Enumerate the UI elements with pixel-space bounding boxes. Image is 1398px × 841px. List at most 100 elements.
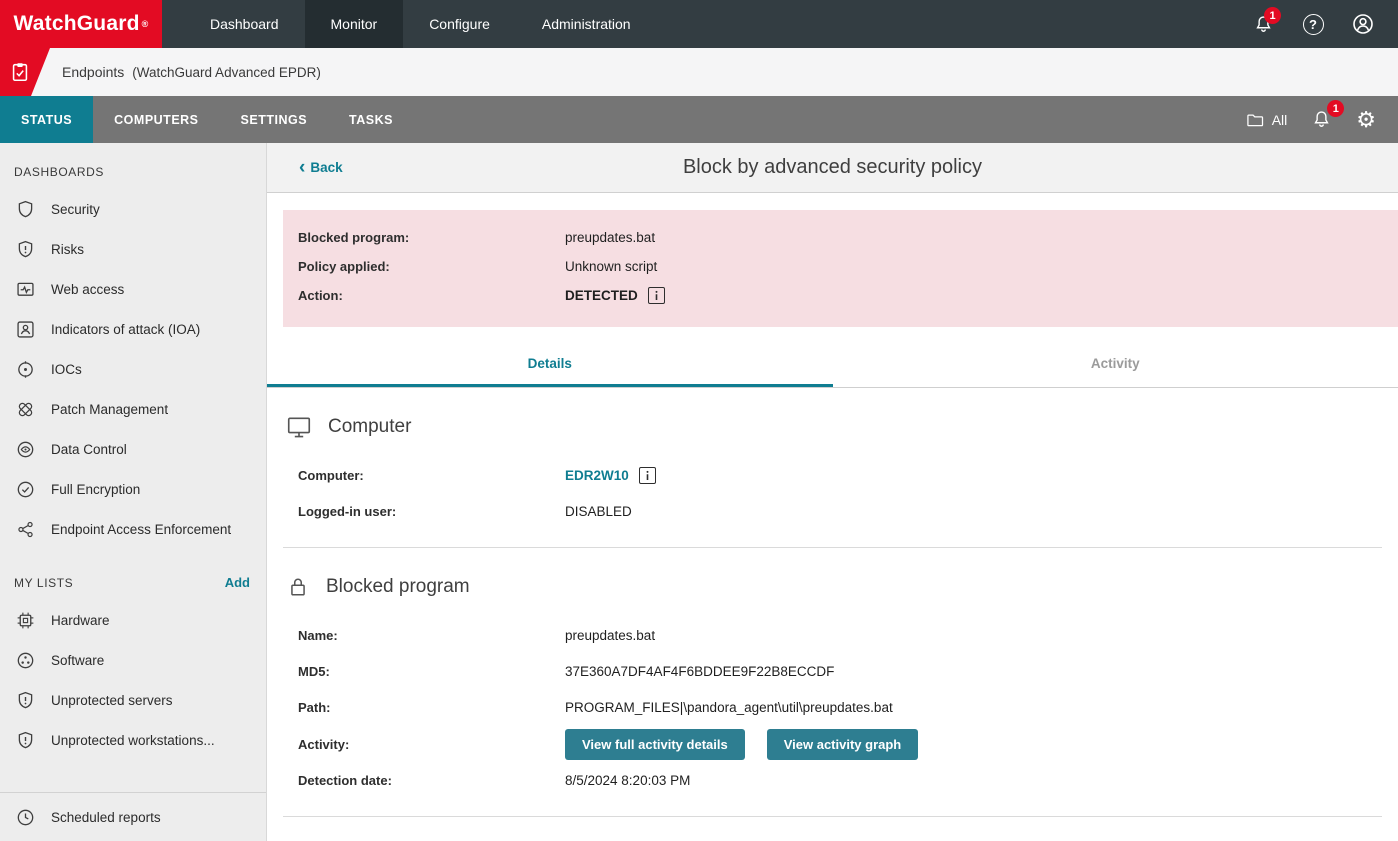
sidebar-item-full-encryption[interactable]: Full Encryption [0, 469, 266, 509]
name-value: preupdates.bat [565, 628, 1382, 643]
folder-icon [1245, 110, 1265, 130]
console-notifications-bell-icon[interactable]: 1 [1303, 96, 1340, 143]
sidebar-item-label: Full Encryption [51, 482, 140, 497]
sidebar-item-label: Indicators of attack (IOA) [51, 322, 200, 337]
nav-configure[interactable]: Configure [403, 0, 516, 48]
sidebar-item-software[interactable]: Software [0, 640, 266, 680]
tab-details-label: Details [528, 356, 572, 371]
nav-administration-label: Administration [542, 16, 631, 32]
sidebar-bottom: Scheduled reports [0, 792, 266, 841]
nav-monitor-label: Monitor [331, 16, 378, 32]
alert-shield-icon [14, 729, 36, 751]
sidebar-item-label: Unprotected servers [51, 693, 173, 708]
blocked-program-section-title: Blocked program [285, 573, 1382, 601]
group-filter-label: All [1272, 112, 1288, 128]
md5-label: MD5: [298, 664, 565, 679]
detection-date-label: Detection date: [298, 773, 565, 788]
activity-row: Activity: View full activity details Vie… [283, 729, 1382, 760]
nav-configure-label: Configure [429, 16, 490, 32]
tab-computers-label: COMPUTERS [114, 113, 198, 127]
account-icon[interactable] [1338, 0, 1388, 48]
notification-badge: 1 [1264, 7, 1281, 24]
sidebar-item-scheduled-reports[interactable]: Scheduled reports [0, 797, 266, 837]
my-lists-header-label: MY LISTS [14, 576, 73, 590]
alert-shield-icon [14, 689, 36, 711]
logged-in-user-value: DISABLED [565, 504, 1382, 519]
tab-tasks[interactable]: TASKS [328, 96, 414, 143]
policy-applied-label: Policy applied: [298, 259, 565, 274]
tab-activity[interactable]: Activity [833, 342, 1398, 387]
patch-icon [14, 398, 36, 420]
activity-buttons: View full activity details View activity… [565, 729, 1382, 760]
nav-dashboard-label: Dashboard [210, 16, 279, 32]
alert-row-blocked-program: Blocked program: preupdates.bat [298, 223, 1398, 252]
sidebar-item-endpoint-access-enforcement[interactable]: Endpoint Access Enforcement [0, 509, 266, 549]
info-icon[interactable] [648, 287, 665, 304]
sidebar-item-web-access[interactable]: Web access [0, 269, 266, 309]
sidebar-item-label: Data Control [51, 442, 127, 457]
sidebar-item-patch-management[interactable]: Patch Management [0, 389, 266, 429]
tab-status-label: STATUS [21, 113, 72, 127]
attack-indicators-icon [14, 318, 36, 340]
view-activity-graph-button[interactable]: View activity graph [767, 729, 919, 760]
back-chevron-icon: ‹ [299, 158, 305, 177]
help-icon[interactable]: ? [1288, 0, 1338, 48]
blocked-program-section: Blocked program Name: preupdates.bat MD5… [267, 573, 1398, 795]
path-row: Path: PROGRAM_FILES|\pandora_agent\util\… [283, 693, 1382, 722]
dashboards-header: DASHBOARDS [0, 153, 266, 189]
add-list-link[interactable]: Add [225, 575, 250, 590]
computer-section-title: Computer [285, 413, 1382, 441]
tab-status[interactable]: STATUS [0, 96, 93, 143]
watchguard-logo: WatchGuard® [0, 0, 162, 48]
tab-settings-label: SETTINGS [241, 113, 308, 127]
logo-text: WatchGuard [14, 12, 140, 36]
web-access-pulse-icon [14, 278, 36, 300]
sidebar-item-label: Scheduled reports [51, 810, 161, 825]
sidebar-item-iocs[interactable]: IOCs [0, 349, 266, 389]
detection-date-row: Detection date: 8/5/2024 8:20:03 PM [283, 766, 1382, 795]
settings-gear-icon[interactable]: ⚙ [1348, 96, 1384, 143]
sidebar-item-security[interactable]: Security [0, 189, 266, 229]
nav-administration[interactable]: Administration [516, 0, 657, 48]
info-icon[interactable] [639, 467, 656, 484]
sidebar-item-label: Hardware [51, 613, 110, 628]
monitor-icon [285, 413, 313, 441]
chip-icon [14, 609, 36, 631]
sidebar-item-ioa[interactable]: Indicators of attack (IOA) [0, 309, 266, 349]
tab-settings[interactable]: SETTINGS [220, 96, 329, 143]
activity-label: Activity: [298, 737, 565, 752]
sidebar-item-hardware[interactable]: Hardware [0, 600, 266, 640]
name-label: Name: [298, 628, 565, 643]
group-filter-all[interactable]: All [1237, 96, 1296, 143]
sidebar-item-risks[interactable]: Risks [0, 229, 266, 269]
nav-dashboard[interactable]: Dashboard [184, 0, 305, 48]
tab-details[interactable]: Details [267, 342, 833, 387]
md5-row: MD5: 37E360A7DF4AF4F6BDDEE9F22B8ECCDF [283, 657, 1382, 686]
back-label: Back [310, 160, 342, 175]
sidebar-item-unprotected-servers[interactable]: Unprotected servers [0, 680, 266, 720]
logged-in-user-row: Logged-in user: DISABLED [283, 497, 1382, 526]
logged-in-user-label: Logged-in user: [298, 504, 565, 519]
computer-name-link[interactable]: EDR2W10 [565, 468, 629, 483]
sidebar-item-label: IOCs [51, 362, 82, 377]
endpoints-flag-icon [0, 48, 50, 96]
sidebar-item-unprotected-workstations[interactable]: Unprotected workstations... [0, 720, 266, 760]
detail-scroll-area: Blocked program: preupdates.bat Policy a… [267, 193, 1398, 841]
detection-summary-alert: Blocked program: preupdates.bat Policy a… [283, 210, 1398, 327]
sidebar-item-label: Web access [51, 282, 124, 297]
sidebar-item-data-control[interactable]: Data Control [0, 429, 266, 469]
nav-monitor[interactable]: Monitor [305, 0, 404, 48]
view-full-activity-details-button[interactable]: View full activity details [565, 729, 745, 760]
clock-icon [14, 806, 36, 828]
tab-computers[interactable]: COMPUTERS [93, 96, 219, 143]
back-button[interactable]: ‹ Back [299, 158, 343, 177]
sidebar-item-label: Risks [51, 242, 84, 257]
computer-row: Computer: EDR2W10 [283, 461, 1382, 490]
notifications-bell-icon[interactable]: 1 [1238, 0, 1288, 48]
blocked-program-label: Blocked program: [298, 230, 565, 245]
sidebar: DASHBOARDS Security Risks Web access Ind… [0, 143, 267, 841]
action-status-text: DETECTED [565, 288, 638, 303]
watchguard-epdr-console: WatchGuard® Dashboard Monitor Configure … [0, 0, 1398, 841]
sidebar-item-label: Unprotected workstations... [51, 733, 215, 748]
action-label: Action: [298, 288, 565, 303]
